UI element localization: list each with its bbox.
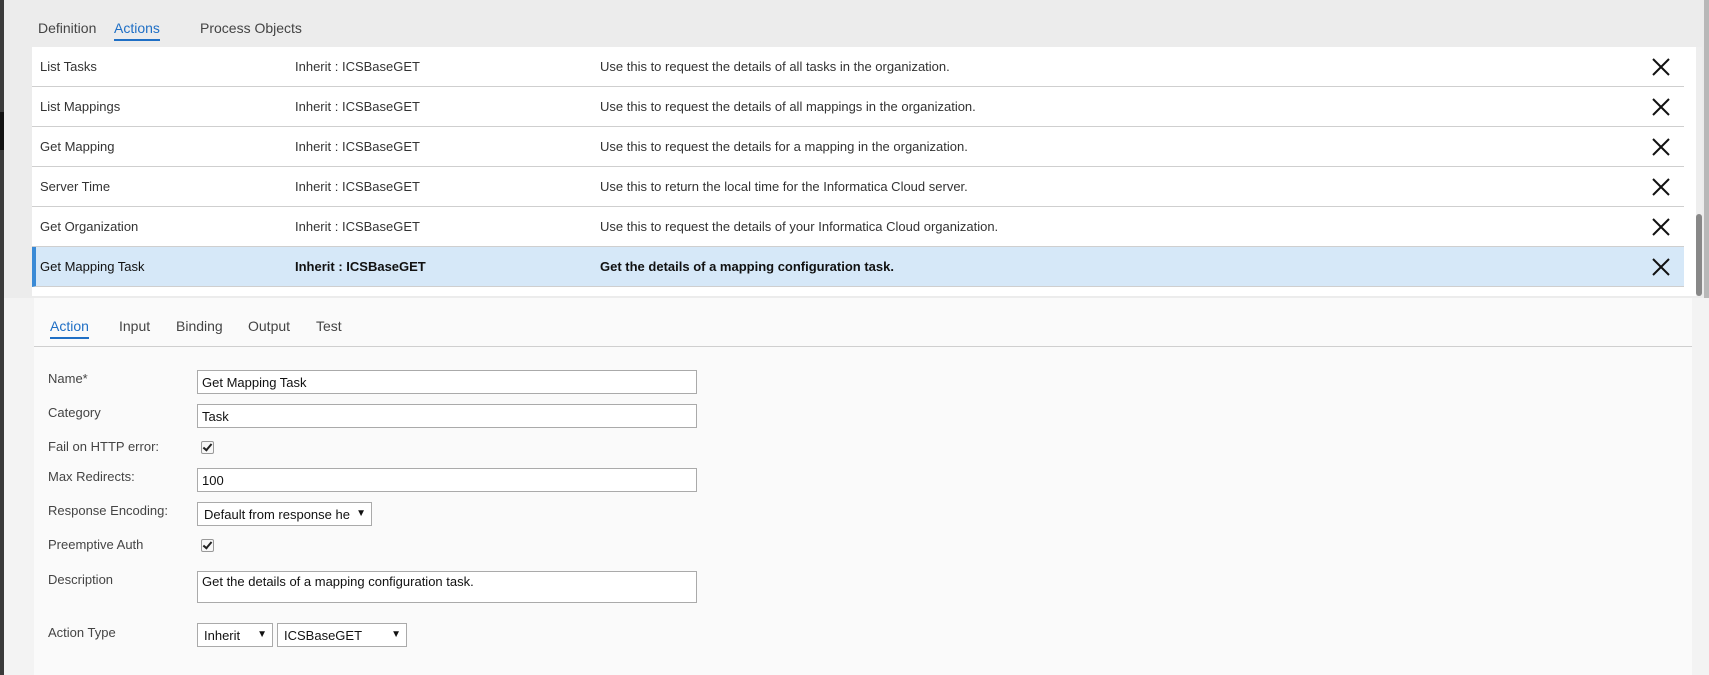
tab-output[interactable]: Output bbox=[248, 318, 290, 337]
action-description: Use this to request the details of all m… bbox=[600, 99, 976, 114]
table-row[interactable]: List Mappings Inherit : ICSBaseGET Use t… bbox=[32, 87, 1684, 127]
table-row[interactable]: List Tasks Inherit : ICSBaseGET Use this… bbox=[32, 47, 1684, 87]
actions-section: Definition Actions Process Objects List … bbox=[4, 0, 1709, 298]
action-type-base-select[interactable]: ICSBaseGET ▼ bbox=[277, 623, 407, 647]
name-label: Name* bbox=[48, 371, 88, 386]
action-type: Inherit : ICSBaseGET bbox=[295, 99, 420, 114]
dropdown-arrow-icon: ▼ bbox=[356, 508, 366, 519]
fail-http-checkbox[interactable] bbox=[201, 441, 214, 454]
description-field[interactable]: Get the details of a mapping configurati… bbox=[197, 571, 697, 603]
action-name: Server Time bbox=[40, 179, 111, 194]
action-type: Inherit : ICSBaseGET bbox=[295, 219, 420, 234]
top-tab-bar: Definition Actions Process Objects bbox=[4, 0, 1709, 47]
action-name: List Mappings bbox=[40, 99, 121, 114]
tab-definition[interactable]: Definition bbox=[38, 20, 96, 39]
category-label: Category bbox=[48, 405, 101, 420]
action-type-label: Action Type bbox=[48, 625, 116, 640]
action-type: Inherit : ICSBaseGET bbox=[295, 179, 420, 194]
action-detail-section: Action Input Binding Output Test Name* C… bbox=[4, 298, 1709, 675]
close-icon[interactable] bbox=[1650, 256, 1672, 278]
tab-test[interactable]: Test bbox=[316, 318, 342, 337]
category-field[interactable] bbox=[197, 404, 697, 428]
close-icon[interactable] bbox=[1650, 96, 1672, 118]
close-icon[interactable] bbox=[1650, 176, 1672, 198]
dropdown-arrow-icon: ▼ bbox=[257, 629, 267, 640]
tab-action[interactable]: Action bbox=[50, 318, 89, 339]
description-label: Description bbox=[48, 572, 114, 587]
response-encoding-value: Default from response he bbox=[204, 507, 350, 522]
action-type-mode-value: Inherit bbox=[204, 628, 241, 643]
table-row-selected[interactable]: Get Mapping Task Inherit : ICSBaseGET Ge… bbox=[32, 247, 1684, 287]
action-type-base-value: ICSBaseGET bbox=[284, 628, 363, 643]
table-row[interactable]: Get Organization Inherit : ICSBaseGET Us… bbox=[32, 207, 1684, 247]
tab-actions[interactable]: Actions bbox=[114, 20, 160, 41]
action-type: Inherit : ICSBaseGET bbox=[295, 59, 420, 74]
action-name: Get Organization bbox=[40, 219, 139, 234]
max-redirects-field[interactable] bbox=[197, 468, 697, 492]
page-scrollbar[interactable] bbox=[1704, 0, 1709, 298]
action-name: Get Mapping bbox=[40, 139, 115, 154]
action-type: Inherit : ICSBaseGET bbox=[295, 259, 426, 274]
response-encoding-select[interactable]: Default from response he ▼ bbox=[197, 502, 372, 526]
action-name: Get Mapping Task bbox=[40, 259, 145, 274]
response-encoding-label: Response Encoding: bbox=[48, 503, 168, 518]
preemptive-auth-label: Preemptive Auth bbox=[48, 537, 144, 552]
action-type: Inherit : ICSBaseGET bbox=[295, 139, 420, 154]
action-name: List Tasks bbox=[40, 59, 97, 74]
preemptive-auth-checkbox[interactable] bbox=[201, 539, 214, 552]
tab-process-objects[interactable]: Process Objects bbox=[200, 20, 302, 39]
action-description: Use this to request the details for a ma… bbox=[600, 139, 968, 154]
action-description: Use this to return the local time for th… bbox=[600, 179, 968, 194]
close-icon[interactable] bbox=[1650, 56, 1672, 78]
tab-input[interactable]: Input bbox=[119, 318, 150, 337]
table-scrollbar[interactable] bbox=[1696, 47, 1702, 296]
close-icon[interactable] bbox=[1650, 136, 1672, 158]
fail-http-label: Fail on HTTP error: bbox=[48, 439, 160, 454]
detail-tab-bar: Action Input Binding Output Test bbox=[34, 298, 1692, 347]
checkmark-icon bbox=[202, 539, 213, 550]
checkmark-icon bbox=[202, 441, 213, 452]
table-row[interactable]: Server Time Inherit : ICSBaseGET Use thi… bbox=[32, 167, 1684, 207]
close-icon[interactable] bbox=[1650, 216, 1672, 238]
action-detail-panel: Action Input Binding Output Test Name* C… bbox=[34, 298, 1692, 675]
action-type-mode-select[interactable]: Inherit ▼ bbox=[197, 623, 273, 647]
table-row[interactable]: Get Mapping Inherit : ICSBaseGET Use thi… bbox=[32, 127, 1684, 167]
tab-binding[interactable]: Binding bbox=[176, 318, 223, 337]
name-field[interactable] bbox=[197, 370, 697, 394]
table-scrollbar-thumb[interactable] bbox=[1696, 214, 1702, 296]
action-description: Use this to request the details of all t… bbox=[600, 59, 950, 74]
action-description: Get the details of a mapping configurati… bbox=[600, 259, 894, 274]
action-description: Use this to request the details of your … bbox=[600, 219, 999, 234]
max-redirects-label: Max Redirects: bbox=[48, 469, 135, 484]
actions-table: List Tasks Inherit : ICSBaseGET Use this… bbox=[32, 47, 1702, 296]
dropdown-arrow-icon: ▼ bbox=[391, 629, 401, 640]
